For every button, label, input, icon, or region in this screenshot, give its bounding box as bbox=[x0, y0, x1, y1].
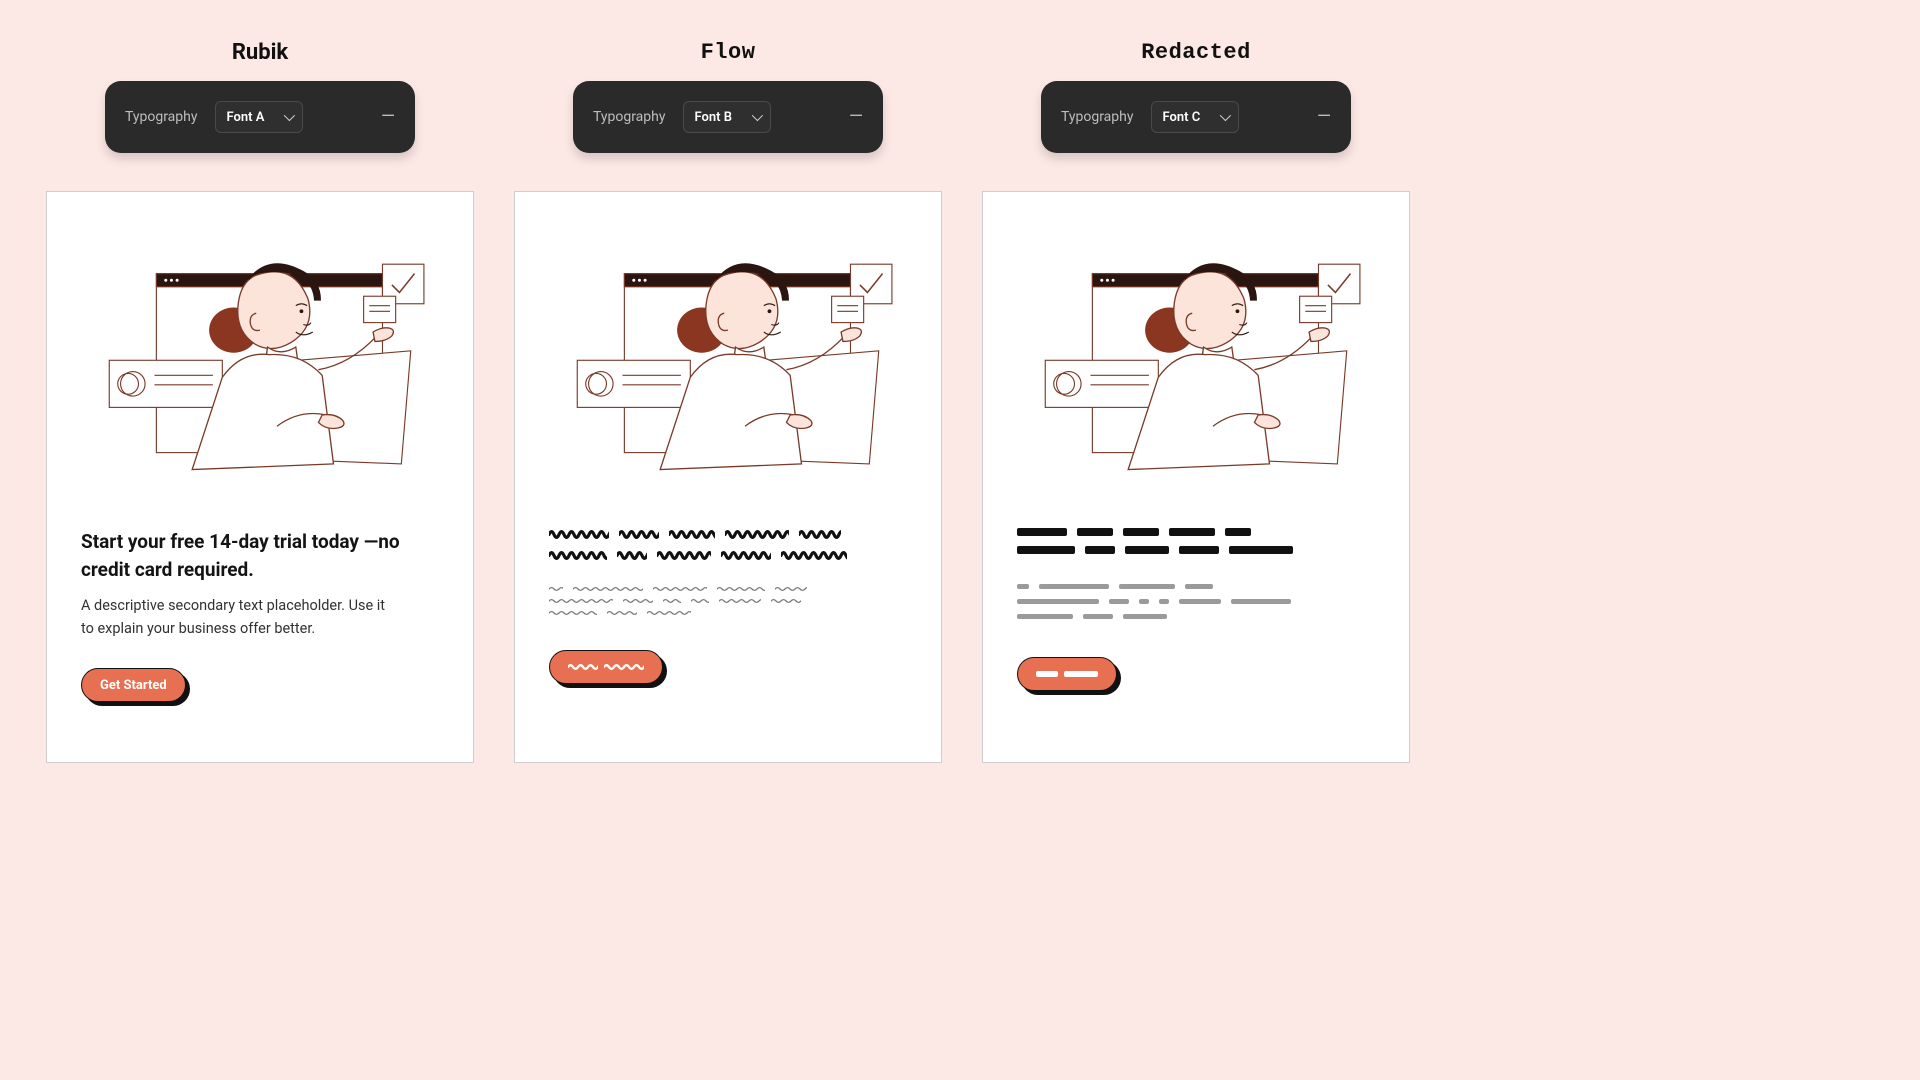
chevron-down-icon bbox=[284, 110, 295, 121]
hero-illustration bbox=[81, 220, 439, 480]
typography-toolbar: Typography Font B — bbox=[573, 81, 883, 153]
preview-card: Start your free 14-day trial today —no c… bbox=[46, 191, 474, 763]
preview-card bbox=[982, 191, 1410, 763]
hero-illustration bbox=[549, 220, 907, 480]
toolbar-label: Typography bbox=[593, 109, 665, 125]
get-started-button[interactable]: Get Started bbox=[81, 668, 186, 702]
font-select-value: Font B bbox=[694, 110, 731, 125]
column-title: Rubik bbox=[232, 40, 288, 65]
font-select[interactable]: Font B bbox=[683, 101, 770, 133]
get-started-button[interactable] bbox=[549, 650, 663, 684]
collapse-icon[interactable]: — bbox=[1317, 108, 1331, 126]
cta-wrap bbox=[549, 650, 663, 684]
cta-wrap bbox=[1017, 657, 1117, 691]
cta-wrap: Get Started bbox=[81, 668, 186, 702]
font-select-value: Font A bbox=[226, 110, 264, 125]
card-heading: Start your free 14-day trial today —no c… bbox=[81, 528, 411, 583]
typography-toolbar: Typography Font C — bbox=[1041, 81, 1351, 153]
card-subtext: A descriptive secondary text placeholder… bbox=[81, 595, 401, 640]
card-subtext-placeholder bbox=[1017, 584, 1375, 629]
get-started-button[interactable] bbox=[1017, 657, 1117, 691]
toolbar-label: Typography bbox=[1061, 109, 1133, 125]
chevron-down-icon bbox=[1220, 110, 1231, 121]
chevron-down-icon bbox=[752, 110, 763, 121]
cta-label: Get Started bbox=[100, 678, 167, 693]
collapse-icon[interactable]: — bbox=[849, 108, 863, 126]
card-heading-placeholder bbox=[549, 528, 879, 570]
collapse-icon[interactable]: — bbox=[381, 108, 395, 126]
column-title: Redacted bbox=[1141, 40, 1251, 65]
column-redacted: Redacted Typography Font C — bbox=[982, 40, 1410, 763]
card-heading-placeholder bbox=[1017, 528, 1347, 564]
card-subtext-placeholder bbox=[549, 586, 907, 622]
column-rubik: Rubik Typography Font A — bbox=[46, 40, 474, 763]
column-flow: Flow Typography Font B — bbox=[514, 40, 942, 763]
preview-card bbox=[514, 191, 942, 763]
font-select-value: Font C bbox=[1162, 110, 1200, 125]
typography-toolbar: Typography Font A — bbox=[105, 81, 415, 153]
column-title: Flow bbox=[701, 40, 756, 65]
font-select[interactable]: Font C bbox=[1151, 101, 1239, 133]
font-select[interactable]: Font A bbox=[215, 101, 303, 133]
hero-illustration bbox=[1017, 220, 1375, 480]
toolbar-label: Typography bbox=[125, 109, 197, 125]
